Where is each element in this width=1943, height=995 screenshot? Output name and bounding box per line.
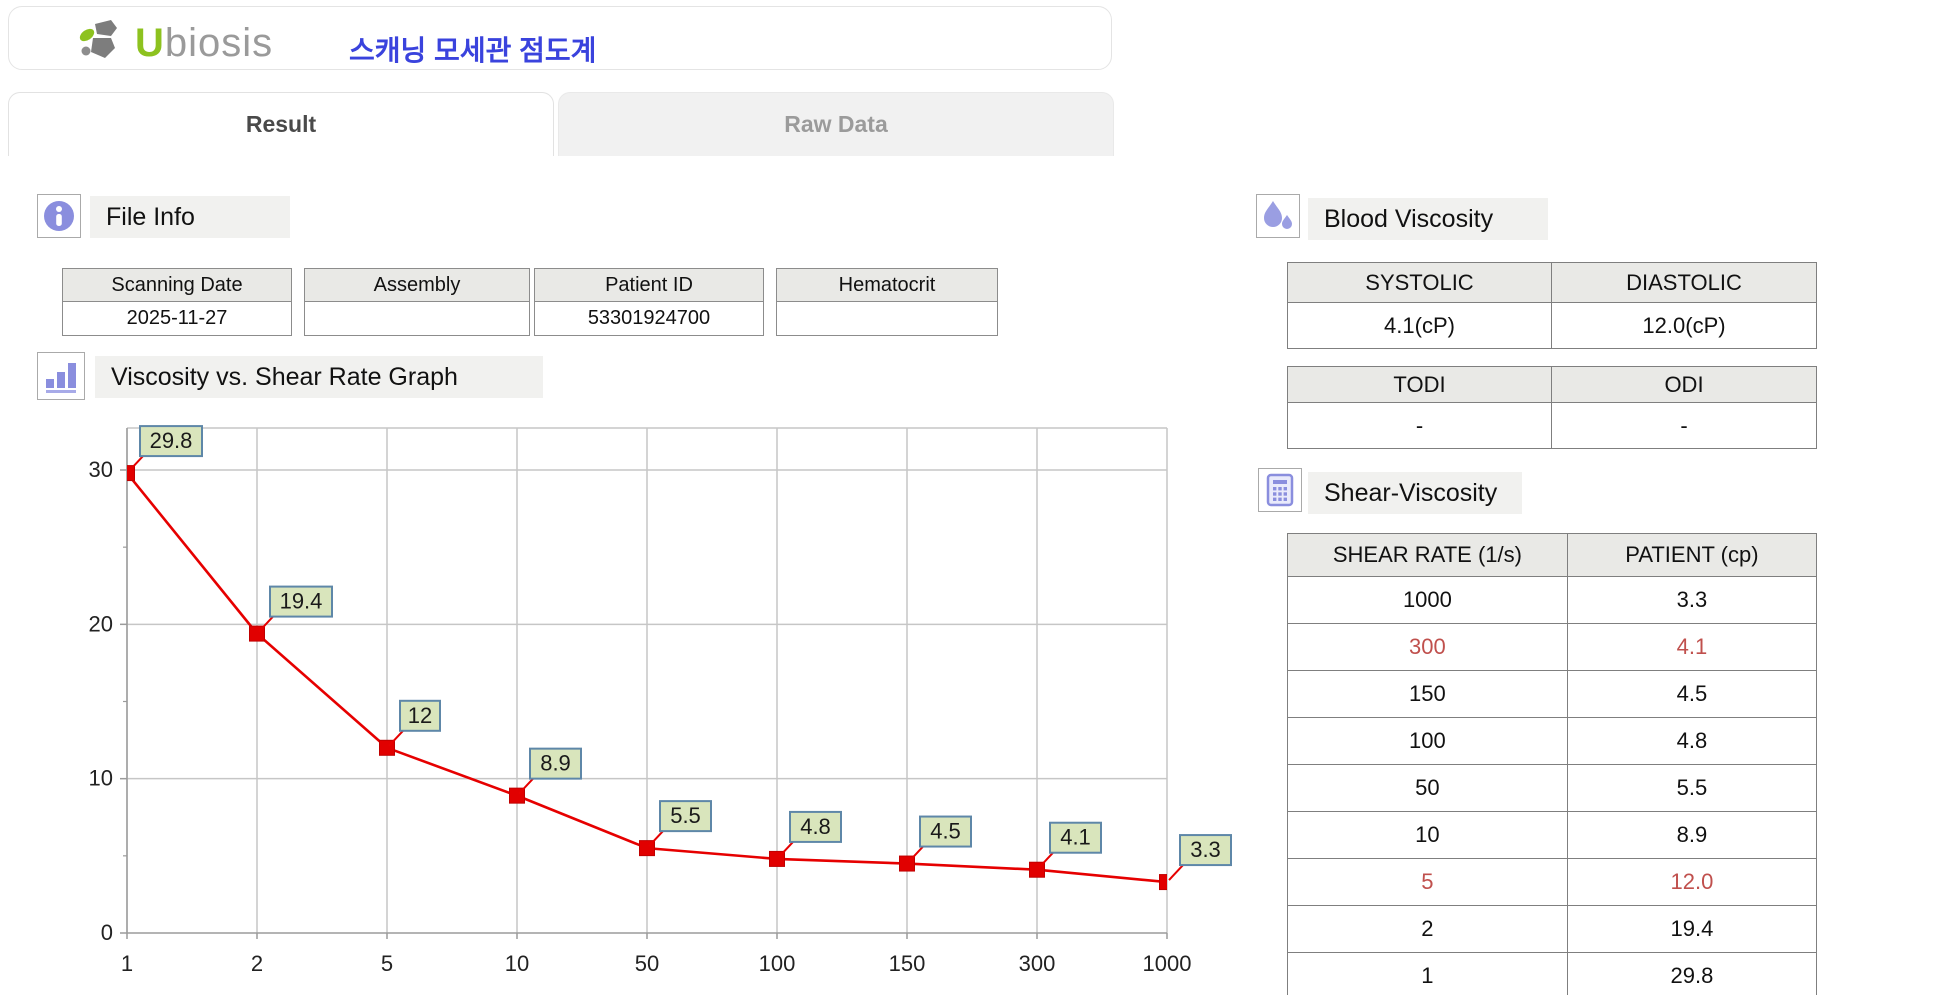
svg-text:100: 100	[759, 951, 796, 976]
svg-text:50: 50	[635, 951, 659, 976]
svg-text:10: 10	[505, 951, 529, 976]
patient-viscosity-cell: 5.5	[1568, 765, 1816, 811]
shear-rate-cell: 100	[1288, 718, 1568, 764]
shear-rate-cell: 5	[1288, 859, 1568, 905]
shear-table-row: 1504.5	[1288, 671, 1816, 718]
blood-viscosity-pressure-table: SYSTOLICDIASTOLIC4.1(cP)12.0(cP)	[1287, 262, 1817, 349]
file-info-field-value: 2025-11-27	[63, 302, 291, 335]
shear-table-row: 219.4	[1288, 906, 1816, 953]
svg-text:1: 1	[121, 951, 133, 976]
column-header: SHEAR RATE (1/s)	[1288, 534, 1568, 576]
shear-table-row: 108.9	[1288, 812, 1816, 859]
shear-rate-cell: 1000	[1288, 577, 1568, 623]
table-cell: -	[1288, 403, 1552, 448]
table-header-row: TODIODI	[1288, 367, 1816, 403]
column-header: SYSTOLIC	[1288, 263, 1552, 302]
table-header-row: SYSTOLICDIASTOLIC	[1288, 263, 1816, 303]
shear-table-row: 505.5	[1288, 765, 1816, 812]
shear-table-row: 3004.1	[1288, 624, 1816, 671]
file-info-field: Patient ID53301924700	[534, 268, 764, 336]
shear-table-row: 1004.8	[1288, 718, 1816, 765]
app-title: 스캐닝 모세관 점도계	[349, 29, 596, 69]
svg-text:30: 30	[89, 457, 113, 482]
file-info-field: Scanning Date2025-11-27	[62, 268, 292, 336]
svg-text:8.9: 8.9	[540, 751, 571, 776]
patient-viscosity-cell: 19.4	[1568, 906, 1816, 952]
shear-table-header-row: SHEAR RATE (1/s)PATIENT (cp)	[1288, 534, 1816, 577]
calculator-icon	[1258, 468, 1302, 512]
svg-text:5.5: 5.5	[670, 803, 701, 828]
patient-viscosity-cell: 4.8	[1568, 718, 1816, 764]
shear-viscosity-section-title: Shear-Viscosity	[1308, 472, 1522, 514]
svg-text:19.4: 19.4	[280, 589, 323, 614]
svg-text:0: 0	[101, 920, 113, 945]
tab-raw-data[interactable]: Raw Data	[558, 92, 1114, 156]
file-info-field-label: Hematocrit	[777, 269, 997, 302]
logo-text-biosis: biosis	[165, 21, 273, 66]
svg-text:2: 2	[251, 951, 263, 976]
blood-drop-icon	[1256, 194, 1300, 238]
svg-text:300: 300	[1019, 951, 1056, 976]
file-info-field-label: Assembly	[305, 269, 529, 302]
info-icon	[37, 194, 81, 238]
svg-text:20: 20	[89, 611, 113, 636]
table-cell: 12.0(cP)	[1552, 303, 1816, 348]
patient-viscosity-cell: 8.9	[1568, 812, 1816, 858]
file-info-section-title: File Info	[90, 196, 290, 238]
svg-text:29.8: 29.8	[150, 428, 193, 453]
table-cell: 4.1(cP)	[1288, 303, 1552, 348]
bar-chart-icon	[37, 352, 85, 400]
svg-text:150: 150	[889, 951, 926, 976]
shear-rate-cell: 300	[1288, 624, 1568, 670]
svg-text:5: 5	[381, 951, 393, 976]
svg-text:3.3: 3.3	[1190, 837, 1221, 862]
shear-rate-cell: 150	[1288, 671, 1568, 717]
patient-viscosity-cell: 4.1	[1568, 624, 1816, 670]
shear-rate-cell: 10	[1288, 812, 1568, 858]
patient-viscosity-cell: 3.3	[1568, 577, 1816, 623]
svg-text:12: 12	[408, 703, 432, 728]
patient-viscosity-cell: 29.8	[1568, 953, 1816, 995]
svg-text:4.8: 4.8	[800, 814, 831, 839]
shear-rate-cell: 50	[1288, 765, 1568, 811]
shear-table-row: 10003.3	[1288, 577, 1816, 624]
svg-text:4.1: 4.1	[1060, 825, 1091, 850]
shear-rate-cell: 2	[1288, 906, 1568, 952]
table-cell: -	[1552, 403, 1816, 448]
logo-text-u: U	[135, 21, 163, 66]
patient-viscosity-cell: 12.0	[1568, 859, 1816, 905]
leaf-pebbles-icon	[77, 18, 129, 69]
column-header: ODI	[1552, 367, 1816, 402]
table-row: 4.1(cP)12.0(cP)	[1288, 303, 1816, 348]
column-header: TODI	[1288, 367, 1552, 402]
viscosity-shear-rate-chart: 01020301251050100150300100029.819.4128.9…	[60, 418, 1240, 995]
svg-text:10: 10	[89, 766, 113, 791]
file-info-field-label: Patient ID	[535, 269, 763, 302]
file-info-field-value	[305, 302, 529, 335]
shear-rate-cell: 1	[1288, 953, 1568, 995]
patient-viscosity-cell: 4.5	[1568, 671, 1816, 717]
tab-result[interactable]: Result	[8, 92, 554, 156]
svg-text:1000: 1000	[1143, 951, 1192, 976]
svg-text:4.5: 4.5	[930, 819, 961, 844]
shear-table-row: 129.8	[1288, 953, 1816, 995]
app-logo: U biosis	[77, 21, 273, 65]
shear-viscosity-table: SHEAR RATE (1/s)PATIENT (cp)10003.33004.…	[1287, 533, 1817, 995]
table-row: --	[1288, 403, 1816, 448]
file-info-field: Assembly	[304, 268, 530, 336]
file-info-field: Hematocrit	[776, 268, 998, 336]
blood-viscosity-index-table: TODIODI--	[1287, 366, 1817, 449]
blood-viscosity-section-title: Blood Viscosity	[1308, 198, 1548, 240]
graph-section-title: Viscosity vs. Shear Rate Graph	[95, 356, 543, 398]
shear-table-row: 512.0	[1288, 859, 1816, 906]
file-info-field-label: Scanning Date	[63, 269, 291, 302]
file-info-field-value	[777, 302, 997, 335]
column-header: PATIENT (cp)	[1568, 534, 1816, 576]
file-info-field-value: 53301924700	[535, 302, 763, 335]
column-header: DIASTOLIC	[1552, 263, 1816, 302]
header-card: U biosis 스캐닝 모세관 점도계	[8, 6, 1112, 70]
